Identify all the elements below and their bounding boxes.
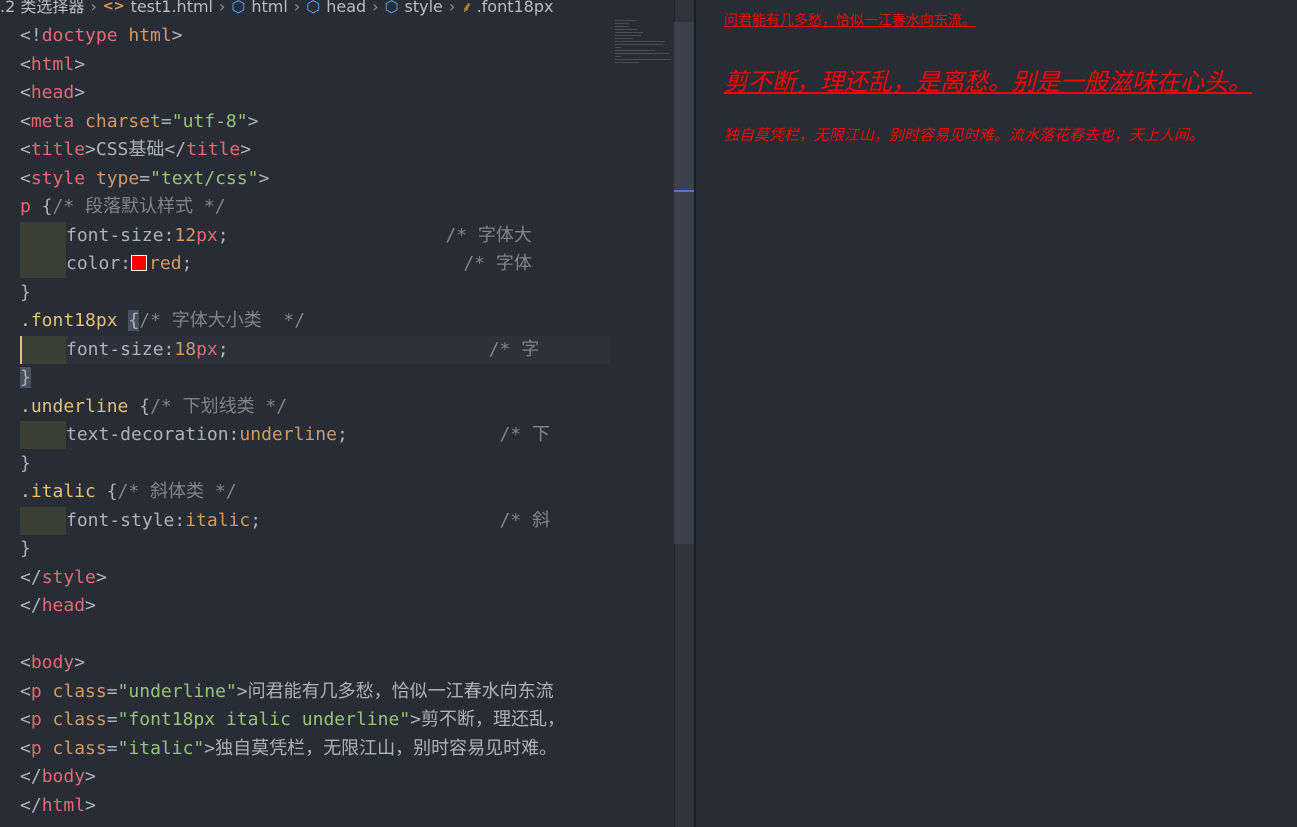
breadcrumb-current[interactable]: .font18px [477, 0, 554, 15]
preview-paragraph-font18px-italic-underline: 剪不断，理还乱，是离愁。别是一般滋味在心头。 [724, 68, 1252, 96]
code-line: <head> [20, 82, 86, 103]
code-line: .font18px {/* 字体大小类 */ [20, 310, 306, 331]
code-line: </style> [20, 566, 107, 588]
code-line: } [20, 364, 610, 392]
text-cursor [20, 335, 66, 364]
preview-paragraph-underline: 问君能有几多愁，恰似一江春水向东流。 [724, 13, 976, 29]
code-line: <title>CSS基础</title> [20, 139, 252, 160]
breadcrumb-file[interactable]: test1.html [131, 0, 213, 15]
color-swatch-icon[interactable] [131, 254, 148, 271]
code-line: text-decoration:underline; /* 下 [20, 421, 610, 449]
code-line: } [20, 281, 31, 303]
indent-guide [20, 250, 66, 278]
code-line: p {/* 段落默认样式 */ [20, 196, 226, 217]
code-line: font-style:italic; /* 斜 [20, 506, 610, 535]
element-cube-icon: ⬡ [306, 0, 321, 16]
code-line: } [20, 452, 31, 474]
html-file-icon: <> [102, 0, 125, 14]
scrollbar-cursor-marker [674, 190, 694, 192]
scrollbar-thumb[interactable] [674, 22, 694, 544]
element-cube-icon: ⬡ [231, 0, 246, 16]
code-line: <!doctype html> [20, 25, 183, 46]
code-line: .underline {/* 下划线类 */ [20, 395, 288, 417]
code-line: <style type="text/css"> [20, 167, 270, 189]
code-line: </html> [20, 794, 96, 816]
bracket-match: } [20, 367, 31, 388]
chevron-right-icon: › [90, 0, 97, 16]
indent-guide [20, 221, 66, 250]
chevron-right-icon: › [293, 0, 301, 16]
code-line: font-size:12px; /* 字体大 [20, 221, 610, 250]
breadcrumb-style[interactable]: style [405, 0, 443, 15]
code-line: <p class="font18px italic underline">剪不断… [20, 709, 566, 730]
chevron-right-icon: › [372, 0, 379, 16]
code-line-active: font-size:18px; /* 字 [20, 335, 610, 364]
code-line: <p class="underline">问君能有几多愁，恰似一江春水向东流 [20, 680, 554, 702]
breadcrumb-html[interactable]: html [251, 0, 287, 15]
code-line: .italic {/* 斜体类 */ [20, 481, 237, 502]
chevron-right-icon: › [219, 0, 226, 16]
code-line: <p class="italic">独自莫凭栏，无限江山，别时容易见时难。 [20, 737, 558, 759]
breadcrumb-head[interactable]: head [326, 0, 366, 15]
code-line: color: red; /* 字体 [20, 250, 610, 278]
minimap[interactable] [615, 20, 673, 80]
code-line: } [20, 538, 31, 559]
browser-preview: 问君能有几多愁，恰似一江春水向东流。 剪不断，理还乱，是离愁。别是一般滋味在心头… [696, 0, 1297, 827]
code-line: <body> [20, 652, 86, 673]
breadcrumb-folder[interactable]: .2 类选择器 [0, 0, 84, 15]
code-editor[interactable]: .2 类选择器 › <> test1.html › ⬡ html › ⬡ head › ⬡ style ›… [0, 0, 674, 827]
element-cube-icon: ⬡ [384, 0, 399, 16]
breadcrumb: .2 类选择器 › <> test1.html › ⬡ html › ⬡ head › ⬡ style ›… [0, 0, 674, 17]
indent-guide [20, 421, 66, 449]
code-line: <html> [20, 53, 86, 75]
code-line: </head> [20, 595, 96, 616]
code-line: </body> [20, 766, 96, 787]
preview-paragraph-italic: 独自莫凭栏，无限江山，别时容易见时难。流水落花春去也，天上人间。 [724, 126, 1205, 144]
code-line: <meta charset="utf-8"> [20, 110, 259, 132]
chevron-right-icon: › [448, 0, 456, 16]
bracket-match: { [128, 310, 140, 331]
indent-guide [20, 506, 66, 535]
css-selector-icon: ⸙ [461, 0, 473, 16]
